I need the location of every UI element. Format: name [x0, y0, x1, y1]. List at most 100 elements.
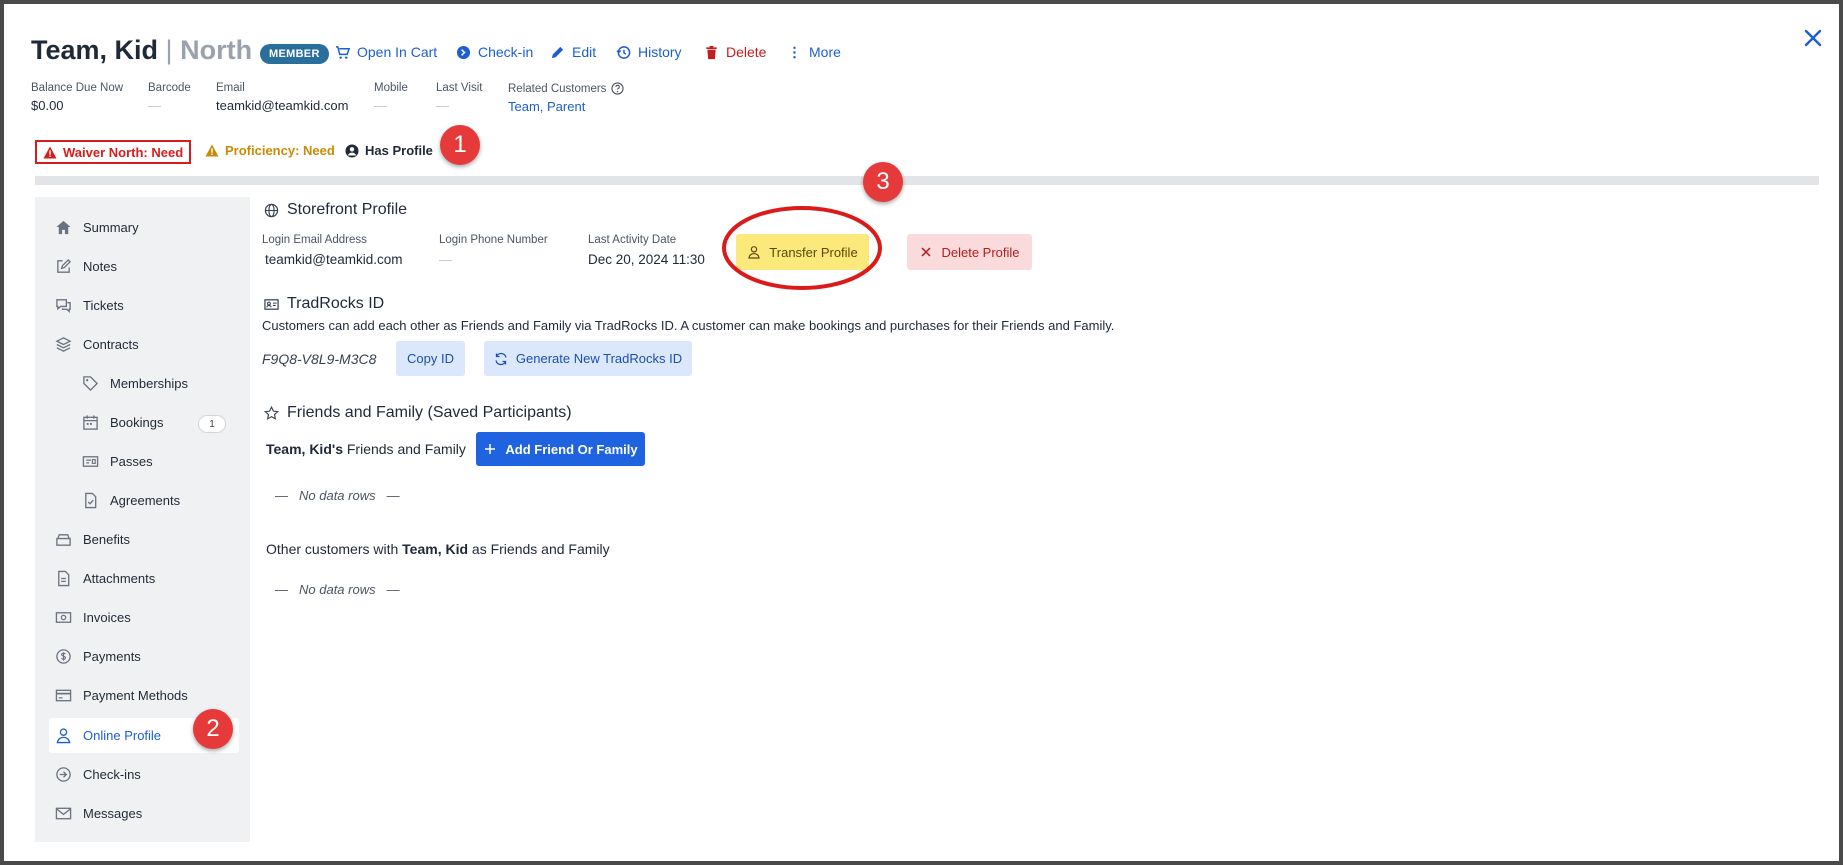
barcode-value: — — [148, 98, 161, 113]
delete-button[interactable]: Delete — [704, 44, 766, 60]
sidebar-item-label: Bookings — [110, 414, 164, 430]
title-separator: | — [165, 35, 173, 65]
sidebar: Summary Notes Tickets Contracts Membersh… — [35, 197, 250, 842]
balance-value: $0.00 — [31, 98, 64, 113]
copy-id-label: Copy ID — [407, 351, 454, 366]
trash-icon — [706, 45, 717, 59]
generate-tradrocks-id-button[interactable]: Generate New TradRocks ID — [484, 341, 692, 376]
more-label: More — [809, 44, 841, 60]
sidebar-item-passes[interactable]: Passes — [82, 447, 153, 475]
other-prefix: Other customers with — [266, 541, 399, 557]
generate-tradrocks-id-label: Generate New TradRocks ID — [515, 351, 683, 366]
dollar-icon — [56, 648, 71, 664]
login-phone-field: Login Phone Number — — [439, 234, 548, 267]
has-profile-badge: Has Profile — [345, 143, 433, 158]
tag-icon — [83, 375, 99, 391]
customer-name: Team, Kid — [31, 35, 159, 65]
close-icon — [921, 247, 931, 257]
email-label: Email — [216, 82, 245, 94]
cart-icon — [335, 45, 350, 59]
sidebar-item-benefits[interactable]: Benefits — [55, 525, 130, 553]
login-phone-value: — — [439, 252, 452, 267]
sidebar-item-bookings[interactable]: Bookings — [82, 408, 163, 436]
proficiency-status-badge[interactable]: Proficiency: Need — [205, 143, 335, 158]
open-in-cart-button[interactable]: Open In Cart — [335, 44, 437, 60]
pencil-icon — [551, 46, 564, 58]
last-visit-field: Last Visit — — [436, 82, 482, 113]
close-icon[interactable] — [1802, 27, 1824, 49]
pencil-square-icon — [57, 258, 72, 273]
history-icon — [616, 45, 631, 59]
annotation-marker-1: 1 — [440, 125, 480, 165]
chat-icon — [56, 298, 71, 313]
home-icon — [56, 220, 71, 234]
balance-field: Balance Due Now $0.00 — [31, 82, 123, 113]
last-visit-label: Last Visit — [436, 82, 483, 94]
sidebar-item-messages[interactable]: Messages — [55, 799, 142, 827]
delete-profile-button[interactable]: Delete Profile — [907, 234, 1032, 270]
empty-dash: — — [275, 582, 288, 597]
calendar-icon — [83, 414, 98, 430]
id-card-icon — [264, 298, 279, 310]
edit-button[interactable]: Edit — [550, 44, 596, 60]
annotation-marker-3: 3 — [863, 162, 903, 202]
no-data-rows-label: No data rows — [299, 582, 376, 597]
sidebar-item-attachments[interactable]: Attachments — [55, 564, 155, 592]
tradrocks-description: Customers can add each other as Friends … — [262, 318, 1115, 333]
section-divider — [35, 176, 1819, 185]
related-customers-label-row: Related Customers — [508, 82, 625, 95]
sidebar-item-payments[interactable]: Payments — [55, 642, 141, 670]
sidebar-item-label: Payment Methods — [83, 687, 188, 703]
sidebar-item-label: Payments — [83, 648, 141, 664]
storefront-profile-heading: Storefront Profile — [264, 201, 407, 219]
copy-id-button[interactable]: Copy ID — [396, 341, 465, 376]
bookings-count-badge: 1 — [198, 415, 226, 433]
sidebar-item-label: Online Profile — [83, 727, 162, 743]
member-badge: MEMBER — [260, 44, 329, 64]
delete-profile-label: Delete Profile — [941, 244, 1020, 260]
email-value: teamkid@teamkid.com — [216, 98, 349, 113]
sidebar-item-check-ins[interactable]: Check-ins — [55, 760, 141, 788]
mobile-field: Mobile — — [374, 82, 408, 113]
last-activity-field: Last Activity Date Dec 20, 2024 11:30 — [588, 234, 705, 267]
friends-family-owner-text: Team, Kid's Friends and Family — [266, 441, 466, 457]
friends-empty-state: — No data rows — — [275, 488, 400, 503]
sidebar-item-notes[interactable]: Notes — [55, 252, 117, 280]
history-label: History — [638, 44, 682, 60]
check-in-button[interactable]: Check-in — [456, 44, 533, 60]
sidebar-item-contracts[interactable]: Contracts — [55, 330, 139, 358]
tradrocks-id-heading: TradRocks ID — [264, 295, 384, 313]
related-customers-label: Related Customers — [508, 82, 607, 95]
sidebar-item-payment-methods[interactable]: Payment Methods — [55, 681, 188, 709]
help-circle-icon[interactable] — [611, 82, 625, 95]
warning-icon — [205, 144, 219, 157]
last-activity-value: Dec 20, 2024 11:30 — [588, 252, 705, 267]
add-friend-or-family-button[interactable]: Add Friend Or Family — [476, 432, 645, 466]
annotation-circle — [722, 206, 882, 290]
sidebar-item-label: Attachments — [83, 570, 156, 586]
sidebar-item-summary[interactable]: Summary — [55, 213, 139, 241]
other-customers-empty-state: — No data rows — — [275, 582, 400, 597]
history-button[interactable]: History — [616, 44, 682, 60]
envelope-icon — [55, 807, 72, 819]
empty-dash: — — [386, 488, 400, 503]
cash-icon — [55, 611, 72, 623]
more-button[interactable]: More — [787, 44, 841, 60]
related-customer-link[interactable]: Team, Parent — [508, 99, 624, 114]
mobile-label: Mobile — [374, 82, 408, 94]
sidebar-item-agreements[interactable]: Agreements — [82, 486, 180, 514]
sidebar-item-invoices[interactable]: Invoices — [55, 603, 131, 631]
waiver-status-badge[interactable]: Waiver North: Need — [35, 140, 192, 164]
sidebar-item-tickets[interactable]: Tickets — [55, 291, 124, 319]
credit-card-icon — [55, 689, 72, 701]
other-customers-text: Other customers with Team, Kid as Friend… — [266, 541, 610, 557]
document-check-icon — [85, 492, 97, 508]
globe-icon — [264, 203, 279, 217]
file-icon — [58, 570, 70, 586]
add-friend-or-family-label: Add Friend Or Family — [505, 441, 638, 457]
sidebar-item-label: Summary — [83, 219, 139, 235]
sidebar-item-memberships[interactable]: Memberships — [82, 369, 188, 397]
other-suffix: as Friends and Family — [471, 541, 610, 557]
arrow-circle-icon — [56, 766, 71, 782]
sidebar-item-online-profile[interactable]: Online Profile — [55, 721, 161, 749]
